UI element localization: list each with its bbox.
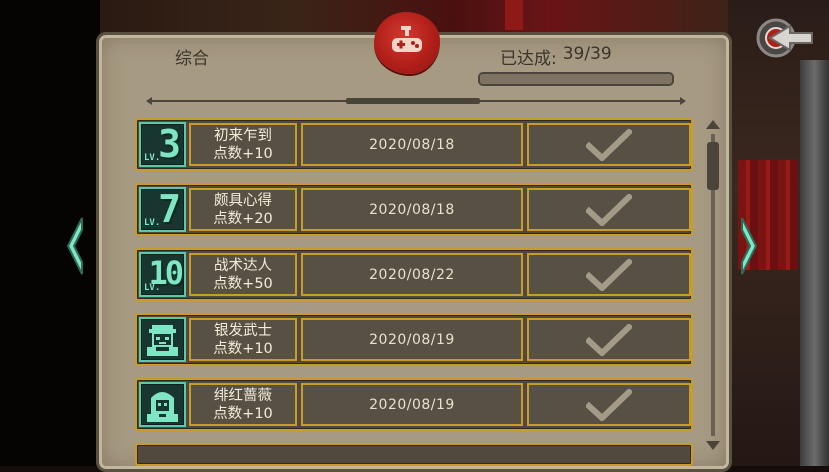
crimson-rose-icon bbox=[147, 392, 178, 422]
background-red-rug bbox=[505, 0, 523, 30]
achievement-status-cell bbox=[527, 383, 691, 426]
achievement-title-cell: 初来乍到 点数+10 bbox=[189, 123, 297, 166]
badge-number: 3 bbox=[158, 122, 181, 166]
back-arrow-icon[interactable] bbox=[756, 12, 816, 64]
gamepad-seal-icon bbox=[374, 12, 440, 74]
tab-general[interactable]: 综合 bbox=[175, 44, 209, 69]
list-scrollbar[interactable] bbox=[706, 120, 720, 450]
badge-number: 7 bbox=[158, 187, 181, 231]
chevron-right-icon[interactable] bbox=[738, 216, 760, 276]
checkmark-icon bbox=[586, 193, 632, 226]
achievement-reward: 点数+10 bbox=[213, 405, 273, 422]
achievement-date: 2020/08/18 bbox=[301, 188, 523, 231]
scroll-thumb[interactable] bbox=[707, 142, 719, 190]
achievement-title: 颇具心得 bbox=[214, 192, 272, 209]
achievement-row[interactable]: 10 LV. 战术达人 点数+50 2020/08/22 bbox=[135, 248, 693, 301]
achievement-row[interactable]: 7 LV. 颇具心得 点数+20 2020/08/18 bbox=[135, 183, 693, 236]
achievement-date: 2020/08/22 bbox=[301, 253, 523, 296]
checkmark-icon bbox=[586, 323, 632, 356]
active-tab-indicator bbox=[346, 98, 480, 104]
level-badge-icon: 3 LV. bbox=[139, 122, 186, 167]
achievement-reward: 点数+20 bbox=[213, 210, 273, 227]
gamepad-icon bbox=[392, 26, 422, 52]
scroll-up-arrow-icon[interactable] bbox=[706, 120, 720, 129]
achievement-title: 绯红蔷薇 bbox=[214, 387, 272, 404]
silver-warrior-icon bbox=[147, 325, 178, 356]
level-badge-icon: 10 LV. bbox=[139, 252, 186, 297]
checkmark-icon bbox=[586, 258, 632, 291]
badge-prefix: LV. bbox=[144, 283, 161, 293]
achievement-row[interactable]: 3 LV. 初来乍到 点数+10 2020/08/18 bbox=[135, 118, 693, 171]
achievement-title-cell: 绯红蔷薇 点数+10 bbox=[189, 383, 297, 426]
completion-label: 已达成: bbox=[500, 49, 557, 69]
checkmark-icon bbox=[586, 388, 632, 421]
badge-prefix: LV. bbox=[144, 153, 161, 163]
scroll-down-arrow-icon[interactable] bbox=[706, 441, 720, 450]
completion-progress-bar bbox=[478, 72, 674, 86]
silver-warrior-portrait-icon bbox=[139, 317, 186, 362]
achievement-reward: 点数+10 bbox=[213, 340, 273, 357]
achievement-status-cell bbox=[527, 188, 691, 231]
achievement-title-cell: 颇具心得 点数+20 bbox=[189, 188, 297, 231]
achievement-title: 初来乍到 bbox=[214, 127, 272, 144]
achievement-title-cell: 银发武士 点数+10 bbox=[189, 318, 297, 361]
achievement-status-cell bbox=[527, 318, 691, 361]
crimson-rose-portrait-icon bbox=[139, 382, 186, 427]
achievement-status-cell bbox=[527, 123, 691, 166]
completion-progress-fill bbox=[480, 74, 672, 84]
background-pillar bbox=[800, 60, 829, 466]
achievement-title-cell: 战术达人 点数+50 bbox=[189, 253, 297, 296]
badge-prefix: LV. bbox=[144, 218, 161, 228]
achievement-date: 2020/08/18 bbox=[301, 123, 523, 166]
chevron-left-icon[interactable] bbox=[64, 216, 86, 276]
achievement-date: 2020/08/19 bbox=[301, 383, 523, 426]
achievement-row[interactable]: 绯红蔷薇 点数+10 2020/08/19 bbox=[135, 378, 693, 431]
level-badge-icon: 7 LV. bbox=[139, 187, 186, 232]
achievement-title: 战术达人 bbox=[214, 257, 272, 274]
achievement-title: 银发武士 bbox=[214, 322, 272, 339]
achievement-row-partial[interactable] bbox=[135, 443, 693, 466]
achievement-status-cell bbox=[527, 253, 691, 296]
achievement-reward: 点数+10 bbox=[213, 145, 273, 162]
achievement-row[interactable]: 银发武士 点数+10 2020/08/19 bbox=[135, 313, 693, 366]
achievement-reward: 点数+50 bbox=[213, 275, 273, 292]
checkmark-icon bbox=[586, 128, 632, 161]
completion-value: 39/39 bbox=[562, 44, 612, 64]
completion-counter: 已达成: 39/39 bbox=[500, 44, 612, 69]
achievement-date: 2020/08/19 bbox=[301, 318, 523, 361]
